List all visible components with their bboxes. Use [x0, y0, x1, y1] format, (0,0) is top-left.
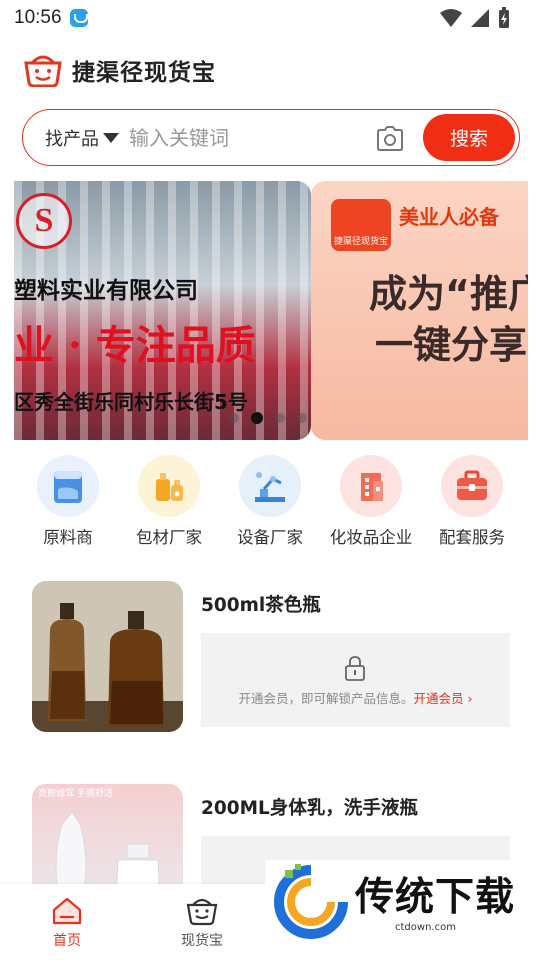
search-category-dropdown[interactable]: 找产品 [45, 125, 119, 151]
product-card[interactable]: 500ml茶色瓶 开通会员，即可解锁产品信息。开通会员 › [32, 581, 510, 732]
lock-icon [345, 656, 365, 681]
category-raw-material[interactable]: 原料商 [18, 455, 118, 548]
banner-slide-bottles[interactable]: S 塑料实业有限公司 业 · 专注品质 区秀全街乐同村乐长街5号 [14, 181, 311, 440]
amber-bottles-image [32, 581, 183, 732]
category-icon-bg [239, 455, 301, 517]
app-title: 捷渠径现货宝 [72, 60, 216, 86]
carousel-dot [229, 413, 239, 423]
promo-logo: 捷渠径现货宝 [331, 199, 391, 251]
locked-info-text: 开通会员，即可解锁产品信息。开通会员 › [201, 688, 510, 707]
banner-slogan: 业 · 专注品质 [14, 322, 256, 369]
promo-headline-1: 成为“推广 [369, 272, 528, 316]
toolbox-icon [457, 470, 487, 500]
raw-material-icon [54, 471, 82, 503]
wifi-icon [440, 9, 462, 27]
carousel-dot [275, 413, 285, 423]
product-title: 200ML身体乳，洗手液瓶 [201, 798, 418, 819]
banner-slide-promo[interactable]: 捷渠径现货宝 美业人必备 成为“推广 一键分享 [311, 181, 528, 440]
app-header: 捷渠径现货宝 [22, 50, 216, 90]
search-bar: 找产品 搜索 [22, 109, 520, 166]
category-label: 包材厂家 [136, 528, 202, 547]
carousel-dot-active [251, 412, 263, 424]
open-membership-link[interactable]: 开通会员 › [414, 691, 473, 706]
carousel-dot [297, 413, 307, 423]
category-label: 配套服务 [439, 528, 505, 547]
nav-label: 现货宝 [181, 933, 223, 949]
banner-carousel[interactable]: S 塑料实业有限公司 业 · 专注品质 区秀全街乐同村乐长街5号 捷渠径现货宝 … [14, 181, 528, 440]
home-icon [52, 897, 82, 925]
equipment-icon [255, 472, 285, 502]
nav-spot-goods[interactable]: 现货宝 [162, 896, 242, 950]
app-notification-icon [69, 9, 88, 27]
search-category-label: 找产品 [45, 128, 99, 150]
carousel-dots [229, 412, 307, 424]
caret-down-icon [103, 132, 119, 143]
nav-home[interactable]: 首页 [27, 896, 107, 950]
category-label: 化妆品企业 [329, 528, 413, 547]
category-equipment[interactable]: 设备厂家 [220, 455, 320, 548]
promo-tag: 美业人必备 [399, 205, 499, 229]
product-image [32, 581, 183, 732]
camera-icon[interactable] [375, 124, 405, 152]
search-button[interactable]: 搜索 [423, 114, 515, 161]
category-grid: 原料商 包材厂家 设备厂家 化妆品企业 配套服务 [18, 455, 522, 548]
watermark-text: 传统下载 [355, 875, 516, 920]
basket-icon [186, 898, 218, 926]
locked-info-box: 开通会员，即可解锁产品信息。开通会员 › [201, 633, 510, 727]
product-title: 500ml茶色瓶 [201, 595, 321, 616]
status-time: 10:56 [14, 7, 62, 28]
category-cosmetics-company[interactable]: 化妆品企业 [321, 455, 421, 548]
category-icon-bg [37, 455, 99, 517]
category-services[interactable]: 配套服务 [422, 455, 522, 548]
category-icon-bg [441, 455, 503, 517]
category-packaging[interactable]: 包材厂家 [119, 455, 219, 548]
category-label: 设备厂家 [237, 528, 303, 547]
category-icon-bg [340, 455, 402, 517]
building-icon [361, 473, 383, 501]
company-logo: S [16, 193, 72, 249]
watermark: 传统下载 ctdown.com [265, 860, 540, 940]
promo-logo-text: 捷渠径现货宝 [333, 237, 388, 247]
status-bar: 10:56 [0, 0, 540, 36]
category-label: 原料商 [43, 528, 93, 547]
banner-company-name: 塑料实业有限公司 [14, 278, 198, 304]
locked-message: 开通会员，即可解锁产品信息。 [238, 691, 414, 706]
app-logo-icon [24, 55, 62, 87]
packaging-icon [156, 473, 183, 501]
signal-icon [471, 9, 489, 27]
watermark-url: ctdown.com [395, 922, 456, 933]
battery-icon [499, 7, 509, 28]
nav-label: 首页 [53, 933, 81, 949]
search-input[interactable] [129, 125, 349, 150]
watermark-logo [274, 864, 348, 939]
promo-headline-2: 一键分享 [375, 323, 528, 367]
status-indicators [440, 7, 510, 29]
category-icon-bg [138, 455, 200, 517]
banner-address: 区秀全街乐同村乐长街5号 [14, 390, 248, 414]
product-image-caption: 亮丽诚驾 手感舒适 [38, 789, 113, 799]
